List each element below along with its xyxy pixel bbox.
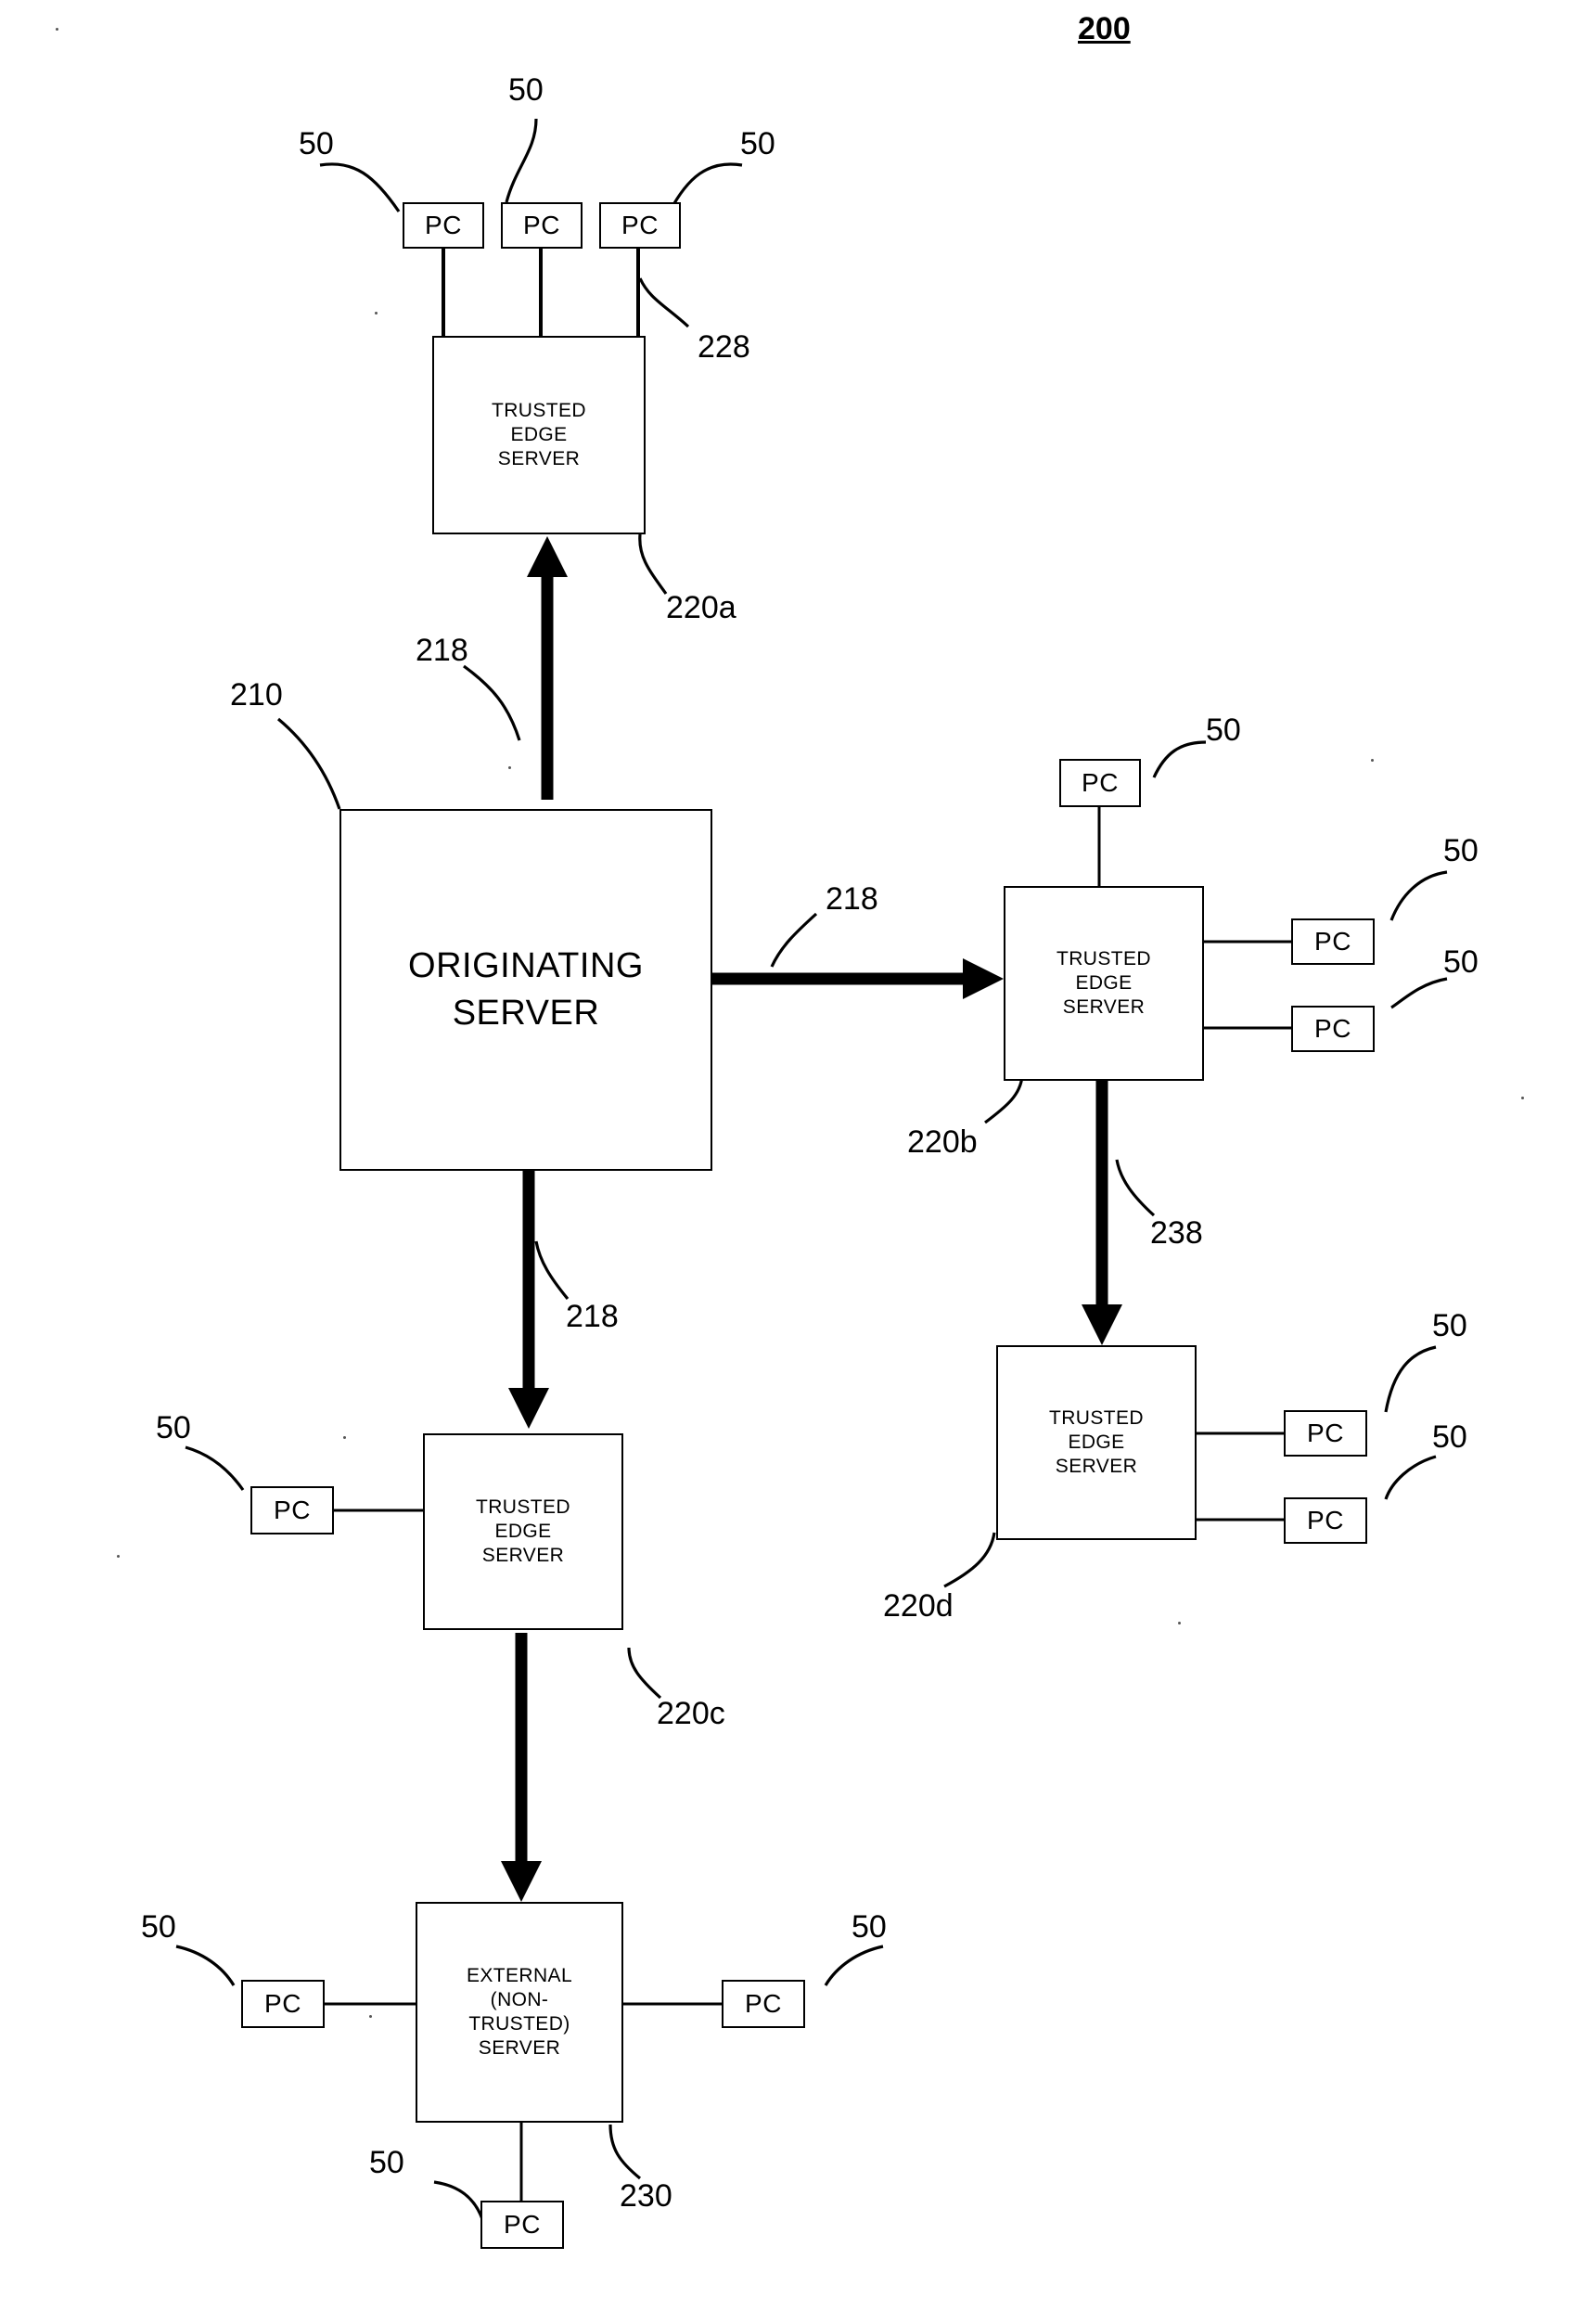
ref-238: 238 xyxy=(1150,1215,1203,1251)
pc-right-edge-d-top[interactable]: PC xyxy=(1284,1410,1367,1457)
ref-50-right-external: 50 xyxy=(852,1909,887,1945)
figure-canvas: 200 PC PC PC 50 50 50 TRUSTED EDGE SERVE… xyxy=(0,0,1575,2324)
scan-speck xyxy=(375,312,378,315)
pc-label: PC xyxy=(425,211,462,239)
pc-above-edge-b[interactable]: PC xyxy=(1059,759,1141,807)
pc-label: PC xyxy=(1307,1506,1344,1534)
ref-50-top-center: 50 xyxy=(508,72,544,108)
diagram-connectors xyxy=(175,118,1448,2220)
ref-50-left-edge-c: 50 xyxy=(156,1410,191,1445)
pc-left-external[interactable]: PC xyxy=(241,1980,325,2028)
ref-50-right-edge-d-top: 50 xyxy=(1432,1308,1467,1343)
node-line-1: TRUSTED xyxy=(492,399,586,421)
originating-server[interactable]: ORIGINATING SERVER xyxy=(339,809,712,1171)
pc-label: PC xyxy=(523,211,560,239)
node-line-3: SERVER xyxy=(1055,1456,1138,1478)
scan-speck xyxy=(1178,1622,1181,1624)
ref-220c: 220c xyxy=(657,1696,725,1731)
ref-50-right-edge-b-top: 50 xyxy=(1443,833,1479,868)
external-non-trusted-server[interactable]: EXTERNAL (NON- TRUSTED) SERVER xyxy=(416,1902,623,2123)
trusted-edge-server-a[interactable]: TRUSTED EDGE SERVER xyxy=(432,336,646,534)
node-line-1: TRUSTED xyxy=(1056,947,1151,969)
node-line-3: SERVER xyxy=(481,1545,565,1567)
pc-label: PC xyxy=(504,2210,541,2239)
pc-label: PC xyxy=(745,1989,782,2018)
ref-50-left-external: 50 xyxy=(141,1909,176,1945)
ref-50-right-edge-b-low: 50 xyxy=(1443,944,1479,980)
figure-number: 200 xyxy=(1078,11,1131,46)
scan-speck xyxy=(369,2015,372,2018)
ref-218-right: 218 xyxy=(826,881,878,917)
node-line-3: SERVER xyxy=(497,448,581,470)
ref-50-below-external: 50 xyxy=(369,2145,404,2180)
trusted-edge-server-d[interactable]: TRUSTED EDGE SERVER xyxy=(996,1345,1197,1540)
pc-right-edge-b-top[interactable]: PC xyxy=(1291,918,1375,965)
pc-right-edge-b-low[interactable]: PC xyxy=(1291,1006,1375,1052)
ref-50-top-left: 50 xyxy=(299,126,334,161)
ref-50-above-edge-b: 50 xyxy=(1206,713,1241,748)
scan-speck xyxy=(117,1555,120,1558)
ref-50-right-edge-d-low: 50 xyxy=(1432,1419,1467,1455)
ref-228: 228 xyxy=(698,329,750,365)
pc-top-1[interactable]: PC xyxy=(403,202,484,249)
node-line-1: EXTERNAL xyxy=(466,1964,573,1986)
node-line-3: TRUSTED) xyxy=(468,2013,570,2035)
ref-220d: 220d xyxy=(883,1588,954,1624)
pc-label: PC xyxy=(1314,927,1351,956)
node-line-2: EDGE xyxy=(1075,971,1133,994)
node-line-4: SERVER xyxy=(478,2037,561,2060)
pc-label: PC xyxy=(264,1989,301,2018)
node-line-2: (NON- xyxy=(490,1988,549,2010)
ref-220b: 220b xyxy=(907,1124,978,1160)
ref-218-bottom: 218 xyxy=(566,1299,619,1334)
pc-right-edge-d-low[interactable]: PC xyxy=(1284,1497,1367,1544)
node-line-2: SERVER xyxy=(452,994,600,1033)
ref-220a: 220a xyxy=(666,590,736,625)
scan-speck xyxy=(1371,759,1374,762)
ref-50-top-right: 50 xyxy=(740,126,775,161)
pc-top-2[interactable]: PC xyxy=(501,202,583,249)
pc-right-external[interactable]: PC xyxy=(722,1980,805,2028)
node-line-3: SERVER xyxy=(1062,996,1146,1019)
pc-label: PC xyxy=(274,1496,311,1524)
pc-label: PC xyxy=(1314,1014,1351,1043)
node-line-2: EDGE xyxy=(494,1520,552,1542)
pc-label: PC xyxy=(1307,1419,1344,1447)
scan-speck xyxy=(343,1436,346,1439)
pc-below-external[interactable]: PC xyxy=(480,2201,564,2249)
pc-label: PC xyxy=(621,211,659,239)
node-line-2: EDGE xyxy=(1068,1431,1125,1453)
trusted-edge-server-c[interactable]: TRUSTED EDGE SERVER xyxy=(423,1433,623,1630)
node-line-1: TRUSTED xyxy=(476,1496,570,1518)
ref-210: 210 xyxy=(230,677,283,713)
node-line-1: TRUSTED xyxy=(1049,1406,1144,1429)
pc-left-edge-c[interactable]: PC xyxy=(250,1486,334,1534)
node-line-2: EDGE xyxy=(510,423,568,445)
ref-230: 230 xyxy=(620,2178,672,2214)
scan-speck xyxy=(1521,1097,1524,1099)
trusted-edge-server-b[interactable]: TRUSTED EDGE SERVER xyxy=(1004,886,1204,1081)
pc-top-3[interactable]: PC xyxy=(599,202,681,249)
scan-speck xyxy=(508,766,511,769)
ref-218-top: 218 xyxy=(416,633,468,668)
pc-label: PC xyxy=(1082,768,1119,797)
node-line-1: ORIGINATING xyxy=(408,945,644,985)
scan-speck xyxy=(56,28,58,31)
